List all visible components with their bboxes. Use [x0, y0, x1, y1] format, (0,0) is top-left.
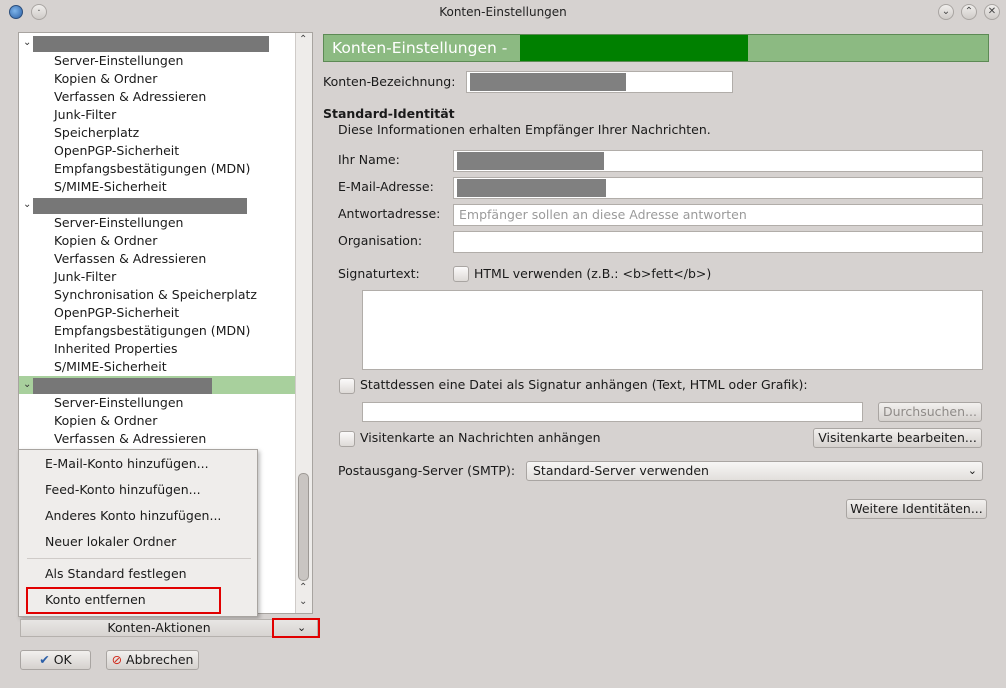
tree-item[interactable]: Inherited Properties [54, 340, 178, 358]
cancel-icon: ⊘ [111, 652, 123, 667]
tree-item[interactable]: Speicherplatz [54, 124, 139, 142]
ok-button[interactable]: ✔ OK [20, 650, 91, 670]
cancel-button-label: Abbrechen [126, 652, 194, 667]
account-name [33, 378, 212, 394]
tree-item[interactable]: OpenPGP-Sicherheit [54, 304, 179, 322]
email-field[interactable] [453, 177, 983, 199]
html-checkbox-label: HTML verwenden (z.B.: <b>fett</b>) [474, 266, 712, 281]
chevron-down-icon[interactable]: ⌄ [23, 34, 31, 52]
tree-item[interactable]: Empfangsbestätigungen (MDN) [54, 160, 250, 178]
menu-separator [27, 558, 251, 559]
tree-item[interactable]: Kopien & Ordner [54, 232, 157, 250]
app-icon[interactable] [9, 5, 23, 19]
highlight-actions-dropdown [272, 618, 320, 638]
chevron-down-icon[interactable]: ⌄ [23, 196, 31, 214]
tree-item[interactable]: OpenPGP-Sicherheit [54, 142, 179, 160]
minimize-icon[interactable]: ⌄ [938, 4, 954, 20]
attach-signature-label: Stattdessen eine Datei als Signatur anhä… [360, 377, 808, 392]
redacted-value [470, 73, 626, 91]
account-row-selected[interactable]: ⌄ [19, 376, 296, 394]
close-icon[interactable]: ✕ [984, 4, 1000, 20]
organization-field[interactable] [453, 231, 983, 253]
vcard-checkbox[interactable] [339, 431, 355, 447]
tree-item[interactable]: S/MIME-Sicherheit [54, 358, 167, 376]
account-actions-label: Konten-Aktionen [107, 620, 211, 635]
tree-item[interactable]: Server-Einstellungen [54, 394, 183, 412]
redacted-value [457, 179, 606, 197]
account-name [33, 198, 247, 214]
account-row[interactable]: ⌄ [19, 34, 296, 52]
menu-item-set-default[interactable]: Als Standard festlegen [45, 564, 187, 584]
tree-item[interactable]: Kopien & Ordner [54, 70, 157, 88]
account-name-field[interactable] [466, 71, 733, 93]
menu-item-new-local-folder[interactable]: Neuer lokaler Ordner [45, 532, 176, 552]
tree-item[interactable]: Server-Einstellungen [54, 52, 183, 70]
account-name-label: Konten-Bezeichnung: [323, 74, 456, 89]
reply-field[interactable]: Empfänger sollen an diese Adresse antwor… [453, 204, 983, 226]
account-row[interactable]: ⌄ [19, 196, 296, 214]
smtp-selected-value: Standard-Server verwenden [533, 463, 709, 478]
checkmark-icon: ✔ [39, 652, 50, 667]
menu-item-add-other-account[interactable]: Anderes Konto hinzufügen... [45, 506, 221, 526]
menu-item-add-mail-account[interactable]: E-Mail-Konto hinzufügen... [45, 454, 209, 474]
signature-textarea[interactable] [362, 290, 983, 370]
account-name [33, 36, 269, 52]
browse-button[interactable]: Durchsuchen... [878, 402, 982, 422]
reply-label: Antwortadresse: [338, 206, 441, 221]
smtp-label: Postausgang-Server (SMTP): [338, 463, 516, 478]
tree-item[interactable]: Kopien & Ordner [54, 412, 157, 430]
pin-icon[interactable]: · [31, 4, 47, 20]
settings-header-title: Konten-Einstellungen - [332, 39, 508, 57]
highlight-remove-account [26, 587, 221, 614]
name-label: Ihr Name: [338, 152, 400, 167]
header-account-name [520, 35, 748, 61]
chevron-down-icon[interactable]: ⌄ [23, 376, 31, 394]
tree-item[interactable]: Server-Einstellungen [54, 214, 183, 232]
more-identities-button[interactable]: Weitere Identitäten... [846, 499, 987, 519]
attach-signature-checkbox[interactable] [339, 378, 355, 394]
signature-file-field[interactable] [362, 402, 863, 422]
title-bar: · Konten-Einstellungen ⌄ ⌃ ✕ [0, 0, 1006, 24]
html-checkbox[interactable] [453, 266, 469, 282]
chevron-down-icon: ⌄ [967, 464, 977, 477]
tree-item[interactable]: Synchronisation & Speicherplatz [54, 286, 257, 304]
redacted-value [457, 152, 604, 170]
menu-item-add-feed-account[interactable]: Feed-Konto hinzufügen... [45, 480, 201, 500]
tree-item[interactable]: S/MIME-Sicherheit [54, 178, 167, 196]
tree-scrollbar[interactable]: ⌃ ⌃ ⌄ [295, 33, 312, 613]
smtp-select[interactable]: Standard-Server verwenden ⌄ [526, 461, 983, 481]
tree-item[interactable]: Verfassen & Adressieren [54, 88, 206, 106]
vcard-label: Visitenkarte an Nachrichten anhängen [360, 430, 601, 445]
window-title: Konten-Einstellungen [439, 5, 567, 19]
name-field[interactable] [453, 150, 983, 172]
edit-vcard-button[interactable]: Visitenkarte bearbeiten... [813, 428, 982, 448]
settings-header: Konten-Einstellungen - [323, 34, 989, 62]
scroll-up-icon[interactable]: ⌃ [299, 582, 307, 593]
email-label: E-Mail-Adresse: [338, 179, 434, 194]
scroll-up-icon[interactable]: ⌃ [299, 34, 307, 45]
scroll-down-icon[interactable]: ⌄ [299, 596, 307, 607]
tree-item[interactable]: Empfangsbestätigungen (MDN) [54, 322, 250, 340]
ok-button-label: OK [53, 652, 72, 667]
organization-label: Organisation: [338, 233, 423, 248]
scroll-thumb[interactable] [298, 473, 309, 581]
tree-item[interactable]: Verfassen & Adressieren [54, 250, 206, 268]
tree-item[interactable]: Junk-Filter [54, 268, 116, 286]
tree-item[interactable]: Junk-Filter [54, 106, 116, 124]
maximize-icon[interactable]: ⌃ [961, 4, 977, 20]
cancel-button[interactable]: ⊘ Abbrechen [106, 650, 199, 670]
signature-label: Signaturtext: [338, 266, 420, 281]
identity-description: Diese Informationen erhalten Empfänger I… [338, 122, 711, 137]
tree-item[interactable]: Verfassen & Adressieren [54, 430, 206, 448]
